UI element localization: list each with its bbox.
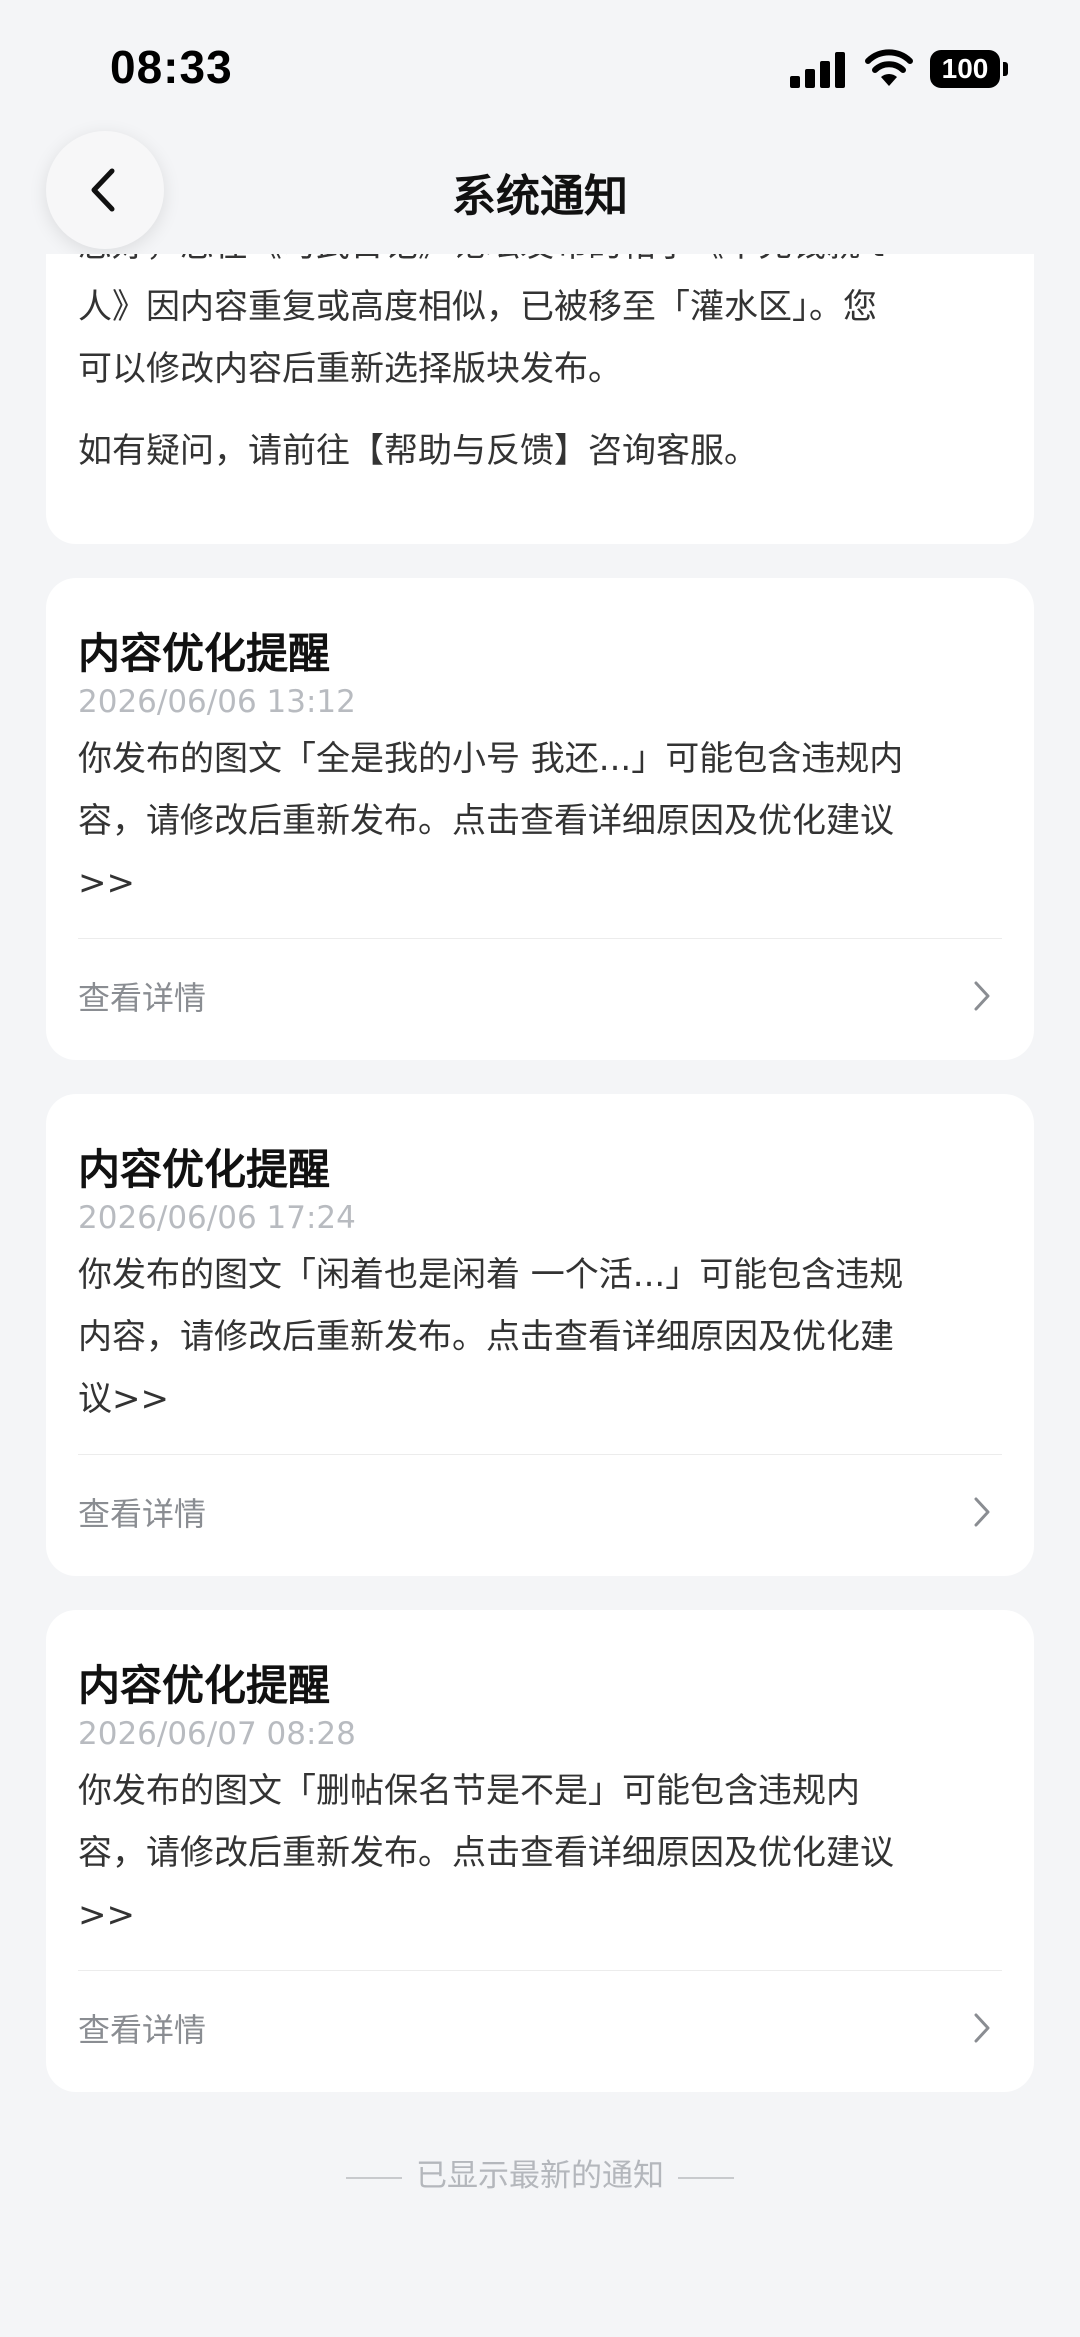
list-end-footer: 已显示最新的通知 [0,2150,1080,2195]
chevron-right-icon [974,2013,990,2043]
signal-icon [790,52,845,88]
notice-time: 2026/06/06 17:24 [78,1200,356,1236]
view-details-link[interactable]: 查看详情 [46,1455,1034,1575]
notice-time: 2026/06/06 13:12 [78,684,356,720]
body-line: 议>> [78,1379,169,1419]
view-details-label: 查看详情 [78,979,207,1017]
body-line: 内容，请修改后重新发布。点击查看详细原因及优化建 [78,1317,894,1357]
notice-title: 内容优化提醒 [78,629,331,678]
page-title: 系统通知 [452,171,628,222]
body-line: 你发布的图文「删帖保名节是不是」可能包含违规内 [78,1771,860,1811]
notice-card: 内容优化提醒 2026/06/07 08:28 你发布的图文「删帖保名节是不是」… [46,1610,1034,2092]
battery-level: 100 [930,50,1000,88]
footer-dash-right [678,2176,734,2179]
notice-body[interactable]: 你发布的图文「闲着也是闲着 一个活...」可能包含违规 内容，请修改后重新发布。… [78,1244,1018,1430]
message-line: 人》因内容重复或高度相似，已被移至「灌水区」。您 [78,287,877,327]
notice-card: 内容优化提醒 2026/06/06 13:12 你发布的图文「全是我的小号 我还… [46,578,1034,1060]
body-line: 你发布的图文「闲着也是闲着 一个活...」可能包含违规 [78,1255,904,1295]
notice-body[interactable]: 你发布的图文「删帖保名节是不是」可能包含违规内 容，请修改后重新发布。点击查看详… [78,1760,1018,1946]
notification-list[interactable]: 您好，您在《习武日记》论坛发布的帖子《不充钱就 t 人》因内容重复或高度相似，已… [0,254,1080,2337]
footer-dash-left [346,2176,402,2179]
notice-card-partial: 您好，您在《习武日记》论坛发布的帖子《不充钱就 t 人》因内容重复或高度相似，已… [46,254,1034,544]
status-time: 08:33 [110,41,233,93]
battery-tip [1003,62,1008,76]
body-line: >> [78,1895,135,1935]
notice-title: 内容优化提醒 [78,1145,331,1194]
notice-card: 内容优化提醒 2026/06/06 17:24 你发布的图文「闲着也是闲着 一个… [46,1094,1034,1576]
nav-bar: 系统通知 [0,130,1080,254]
view-details-link[interactable]: 查看详情 [46,1971,1034,2091]
notice-message: 您好，您在《习武日记》论坛发布的帖子《不充钱就 t 人》因内容重复或高度相似，已… [78,254,1008,400]
chevron-right-icon [974,1497,990,1527]
body-line: 你发布的图文「全是我的小号 我还...」可能包含违规内 [78,739,904,779]
help-text: 如有疑问，请前往【帮助与反馈】咨询客服。 [78,431,758,471]
notice-body[interactable]: 你发布的图文「全是我的小号 我还...」可能包含违规内 容，请修改后重新发布。点… [78,728,1018,914]
notice-time: 2026/06/07 08:28 [78,1716,356,1752]
view-details-link[interactable]: 查看详情 [46,939,1034,1059]
body-line: 容，请修改后重新发布。点击查看详细原因及优化建议 [78,801,894,841]
view-details-label: 查看详情 [78,2011,207,2049]
battery-icon: 100 [930,50,1008,88]
wifi-icon [865,49,913,86]
status-bar: 08:33 100 [0,0,1080,130]
body-line: 容，请修改后重新发布。点击查看详细原因及优化建议 [78,1833,894,1873]
notice-title: 内容优化提醒 [78,1661,331,1710]
message-line: 可以修改内容后重新选择版块发布。 [78,349,622,389]
view-details-label: 查看详情 [78,1495,207,1533]
footer-text: 已显示最新的通知 [416,2158,664,2194]
chevron-right-icon [974,981,990,1011]
body-line: >> [78,863,135,903]
message-line: 您好，您在《习武日记》论坛发布的帖子《不充钱就 t [78,254,1008,276]
